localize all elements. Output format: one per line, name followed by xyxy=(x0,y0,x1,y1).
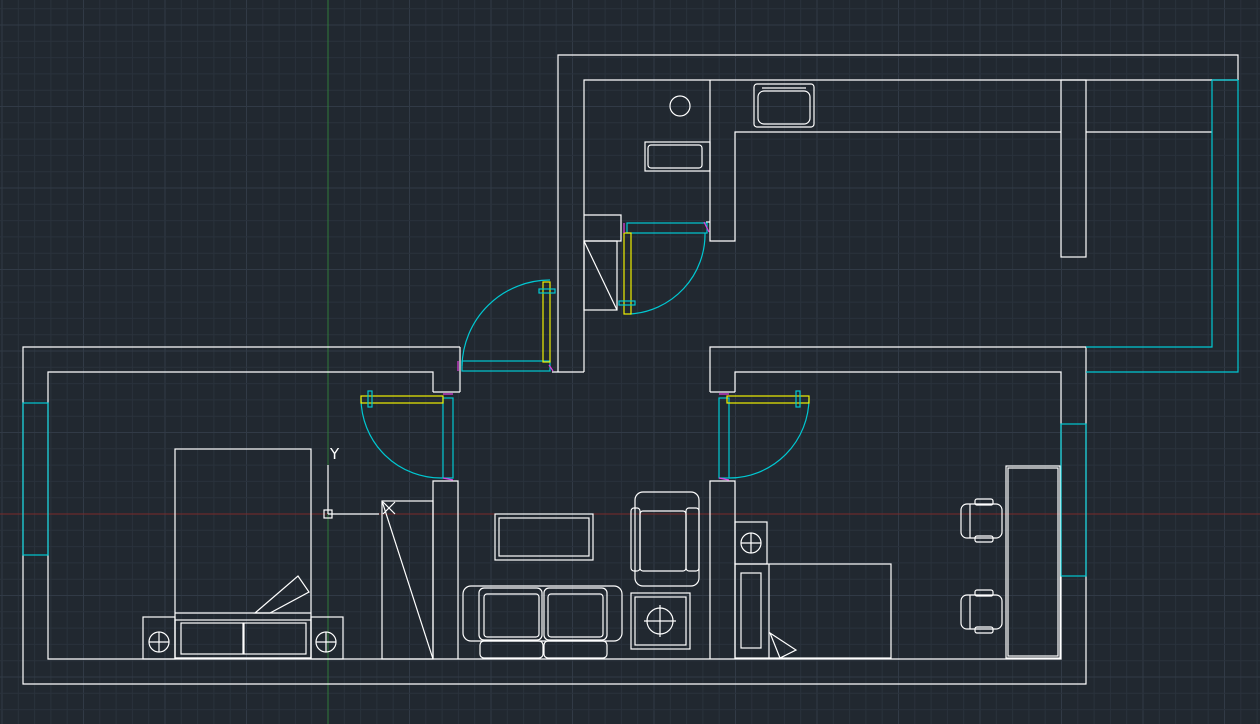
side-table-icon xyxy=(630,592,691,650)
door-bathroom xyxy=(618,221,710,315)
ucs-y-label: Y xyxy=(329,445,340,463)
desk-icon xyxy=(1005,465,1061,659)
door-entrance xyxy=(457,279,556,372)
drafting-grid xyxy=(0,0,1260,724)
sofa-icon xyxy=(462,585,623,659)
windows xyxy=(22,79,1239,577)
nightstand-left-icon xyxy=(142,616,176,660)
walls xyxy=(22,54,1239,685)
bathtub-icon xyxy=(644,141,711,172)
cad-viewport[interactable]: Y xyxy=(0,0,1260,724)
door-bedroom-right xyxy=(718,390,810,481)
door-bedroom-left xyxy=(360,390,454,481)
bedside-table-icon xyxy=(734,521,768,565)
coffee-table-icon xyxy=(494,513,594,561)
nightstand-right-icon xyxy=(310,616,344,660)
window-right xyxy=(1060,423,1087,577)
window-left xyxy=(22,402,49,556)
double-bed-icon xyxy=(174,448,312,659)
armchair-icon xyxy=(630,491,700,587)
